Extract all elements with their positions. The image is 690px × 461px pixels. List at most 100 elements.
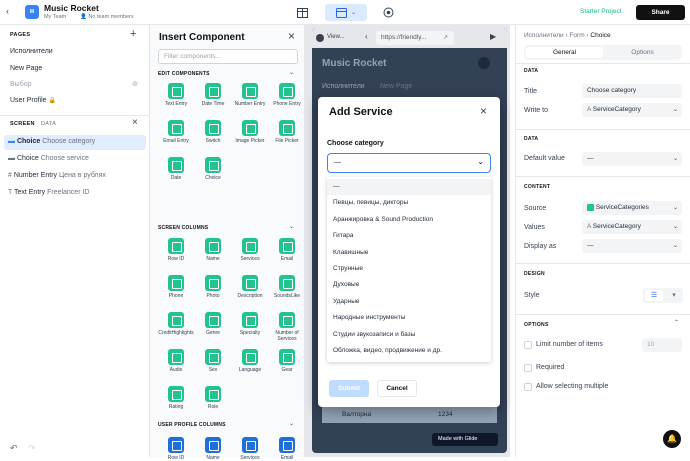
component-tile[interactable]: Role (195, 386, 231, 410)
chevron-down-icon[interactable]: ⌄ (289, 69, 294, 76)
component-tile[interactable]: Date Time (195, 83, 231, 107)
component-tile[interactable]: Switch (195, 120, 231, 144)
limit-input[interactable]: 10 (642, 338, 682, 352)
values-select[interactable]: A ServiceCategory ⌄ (582, 220, 682, 234)
component-row-number-entry[interactable]: # Number Entry Цена в рублях (8, 172, 106, 179)
title-input[interactable]: Choose category (582, 84, 682, 98)
required-checkbox[interactable] (524, 364, 532, 372)
chevron-up-icon[interactable]: ⌃ (674, 319, 679, 326)
component-tile[interactable]: Phone Entry (269, 83, 305, 107)
tab-general[interactable]: General (526, 47, 603, 58)
component-tile[interactable]: Description (232, 275, 268, 299)
component-tile[interactable]: Sex (195, 349, 231, 373)
component-tile[interactable]: Row ID (158, 437, 194, 461)
close-icon[interactable]: × (132, 117, 138, 128)
dropdown-style-icon[interactable]: ▾ (666, 290, 682, 301)
option-item[interactable]: Народные инструменты (327, 310, 491, 326)
hidden-eye-icon[interactable]: ⊘ (132, 80, 138, 88)
back-chevron-icon[interactable]: ‹ (6, 6, 9, 16)
component-tile[interactable]: CreditHighlights (158, 312, 194, 336)
component-tile[interactable]: Phone (158, 275, 194, 299)
tab-options[interactable]: Options (605, 47, 680, 58)
component-tile[interactable]: Name (195, 238, 231, 262)
option-item[interactable]: Ударные (327, 294, 491, 310)
chevron-down-icon[interactable]: ⌄ (289, 420, 294, 427)
option-item[interactable]: Студии звукозаписи и базы (327, 327, 491, 343)
play-icon[interactable]: ▶ (490, 32, 496, 41)
add-page-icon[interactable]: + (130, 28, 136, 40)
starter-project-link[interactable]: Starter Project (580, 8, 622, 15)
layout-editor-icon[interactable]: ⌄ (325, 4, 367, 21)
external-link-icon[interactable]: ↗ (443, 34, 448, 41)
component-tile[interactable]: File Picker (269, 120, 305, 144)
app-name[interactable]: Music Rocket (44, 3, 99, 13)
chevron-down-icon[interactable]: ⌄ (289, 223, 294, 230)
data-editor-icon[interactable] (293, 4, 311, 21)
default-value-select[interactable]: — ⌄ (582, 152, 682, 166)
filter-input[interactable]: Filter components... (158, 49, 298, 64)
component-tile[interactable]: Email (269, 238, 305, 262)
component-row-text-entry[interactable]: T Text Entry Freelancer ID (8, 189, 89, 196)
page-item-new-page[interactable]: New Page (10, 65, 42, 72)
option-item[interactable]: Гитара (327, 228, 491, 244)
component-tile[interactable]: Image Picker (232, 120, 268, 144)
source-select[interactable]: ServiceCategories ⌄ (582, 201, 682, 215)
option-item[interactable]: Аранжировка & Sound Production (327, 212, 491, 228)
component-tile[interactable]: SoundsLike (269, 275, 305, 299)
component-tile[interactable]: Specialty (232, 312, 268, 336)
redo-icon[interactable]: ↷ (28, 443, 36, 454)
page-item-choice[interactable]: Выбор (10, 81, 32, 88)
component-tile[interactable]: Genre (195, 312, 231, 336)
multiple-checkbox[interactable] (524, 383, 532, 391)
component-tile[interactable]: Choice (195, 157, 231, 181)
close-icon[interactable]: × (288, 29, 295, 43)
close-icon[interactable]: × (480, 104, 487, 118)
component-tile[interactable]: Name (195, 437, 231, 461)
notification-bell-icon[interactable]: 🔔 (663, 430, 681, 448)
tab-artists[interactable]: Исполнители (322, 83, 365, 90)
option-item[interactable]: Певцы, певицы, дикторы (327, 195, 491, 211)
component-tile[interactable]: Date (158, 157, 194, 181)
tab-new-page[interactable]: New Page (380, 83, 412, 90)
component-tile[interactable]: Text Entry (158, 83, 194, 107)
component-tile[interactable]: Number of Services (269, 312, 305, 342)
component-tile[interactable]: Rating (158, 386, 194, 410)
screen-tab[interactable]: SCREEN (10, 121, 35, 127)
component-row-choice-service[interactable]: ▬ Choice Choose service (8, 155, 89, 162)
component-tile[interactable]: Audio (158, 349, 194, 373)
category-select[interactable]: — ⌄ (327, 153, 491, 173)
undo-icon[interactable]: ↶ (10, 443, 18, 454)
avatar[interactable] (478, 57, 490, 69)
component-tile[interactable]: Email (269, 437, 305, 461)
component-tile[interactable]: Services (232, 238, 268, 262)
component-tile[interactable]: Row ID (158, 238, 194, 262)
component-tile[interactable]: Language (232, 349, 268, 373)
component-tile[interactable]: Email Entry (158, 120, 194, 144)
page-item-artists[interactable]: Исполнители (10, 48, 53, 55)
breadcrumb-item[interactable]: Исполнители (524, 32, 564, 39)
display-as-select[interactable]: — ⌄ (582, 239, 682, 253)
list-style-icon[interactable]: ☰ (645, 290, 663, 301)
breadcrumb-item[interactable]: Form (569, 32, 584, 39)
view-as-dropdown[interactable]: View... (327, 34, 345, 40)
component-tile[interactable]: Photo (195, 275, 231, 299)
data-tab[interactable]: DATA (41, 121, 56, 127)
option-item[interactable]: — (327, 179, 491, 195)
back-chevron-icon[interactable]: ‹ (365, 32, 368, 41)
component-row-choice-category[interactable]: ▬ Choice Choose category (8, 138, 95, 145)
submit-button[interactable]: Submit (329, 380, 369, 397)
cancel-button[interactable]: Cancel (377, 380, 417, 397)
component-tile[interactable]: Number Entry (232, 83, 268, 107)
share-button[interactable]: Share (636, 5, 685, 20)
component-tile[interactable]: Gear (269, 349, 305, 373)
option-item[interactable]: Клавишные (327, 245, 491, 261)
option-item[interactable]: Духовые (327, 277, 491, 293)
settings-circle-icon[interactable] (379, 4, 397, 21)
page-item-user-profile[interactable]: User Profile 🔒 (10, 97, 56, 104)
made-with-glide-badge[interactable]: Made with Glide (432, 433, 498, 446)
option-item[interactable]: Обложка, видео, продвижение и др. (327, 343, 491, 359)
option-item[interactable]: Струнные (327, 261, 491, 277)
limit-checkbox[interactable] (524, 341, 532, 349)
component-tile[interactable]: Services (232, 437, 268, 461)
write-to-select[interactable]: A ServiceCategory ⌄ (582, 103, 682, 117)
